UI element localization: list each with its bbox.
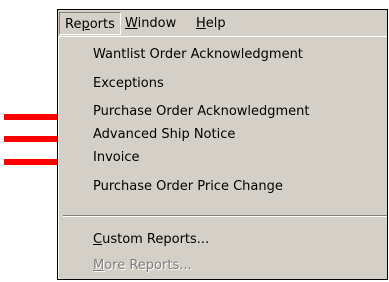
reports-dropdown: Wantlist Order Acknowledgment Exceptions… (58, 36, 387, 279)
menu-item-purchase-order-price-change[interactable]: Purchase Order Price Change (93, 177, 283, 197)
menu-reports-post: orts (89, 17, 115, 32)
menu-item-wantlist-order-acknowledgment[interactable]: Wantlist Order Acknowledgment (93, 45, 303, 65)
screenshot-stage: Reports Window Help Wantlist Order Ackno… (0, 0, 389, 282)
menu-item-advanced-ship-notice[interactable]: Advanced Ship Notice (93, 125, 235, 145)
menu-item-purchase-order-acknowledgment[interactable]: Purchase Order Acknowledgment (93, 102, 310, 122)
menu-item-custom-reports[interactable]: Custom Reports... (93, 230, 209, 250)
custom-reports-post: ustom Reports... (102, 232, 210, 247)
menu-reports-pre: Re (65, 17, 82, 32)
menu-item-exceptions[interactable]: Exceptions (93, 74, 164, 94)
menu-item-invoice[interactable]: Invoice (93, 148, 139, 168)
menu-window-item[interactable]: Window (120, 12, 181, 35)
menu-window-post: indow (137, 16, 177, 31)
menu-separator (63, 215, 387, 217)
menu-reports[interactable]: Reports (59, 12, 121, 35)
menu-help-post: elp (205, 16, 226, 31)
menu-item-more-reports: More Reports... (93, 256, 192, 276)
more-reports-key: M (93, 258, 105, 273)
menu-reports-key: p (81, 17, 90, 32)
menu-help[interactable]: Help (191, 12, 231, 35)
menu-window-key: W (125, 16, 138, 31)
menu-bar: Reports Window Help (58, 10, 387, 38)
more-reports-post: ore Reports... (104, 258, 192, 273)
menu-help-key: H (196, 16, 206, 31)
custom-reports-key: C (93, 232, 103, 247)
menu-window: Reports Window Help Wantlist Order Ackno… (57, 9, 388, 280)
